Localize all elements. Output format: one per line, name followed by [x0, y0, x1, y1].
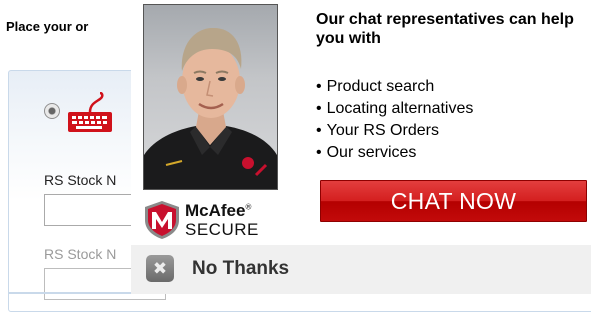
stock-number-label: RS Stock N [44, 172, 117, 188]
no-thanks-bar[interactable]: ✖ No Thanks [131, 245, 591, 294]
mcafee-registered-mark: ® [245, 202, 252, 212]
help-topics-list: Product search Locating alternatives You… [316, 76, 474, 164]
help-topic-item: Our services [316, 142, 473, 164]
mcafee-secure-label: SECURE [185, 220, 259, 239]
close-icon[interactable]: ✖ [146, 255, 174, 282]
no-thanks-button[interactable]: No Thanks [192, 258, 289, 280]
order-method-radio[interactable] [44, 103, 60, 119]
keyboard-icon [68, 92, 112, 132]
help-topic-item: Your RS Orders [316, 120, 473, 142]
stock-number-label-2: RS Stock N [44, 246, 117, 262]
chat-headline: Our chat representatives can help you wi… [316, 11, 574, 47]
representative-photo [143, 4, 278, 190]
page-heading: Place your or [6, 19, 89, 34]
help-topic-item: Product search [316, 76, 473, 98]
representative-portrait [144, 27, 277, 189]
mcafee-name: McAfee [185, 201, 246, 220]
chat-now-button[interactable]: CHAT NOW [320, 180, 587, 222]
help-topic-item: Locating alternatives [316, 98, 474, 120]
mcafee-secure-badge[interactable]: McAfee® SECURE [143, 196, 273, 242]
mcafee-shield-icon [145, 201, 179, 239]
chat-popup: Our chat representatives can help you wi… [131, 0, 591, 294]
